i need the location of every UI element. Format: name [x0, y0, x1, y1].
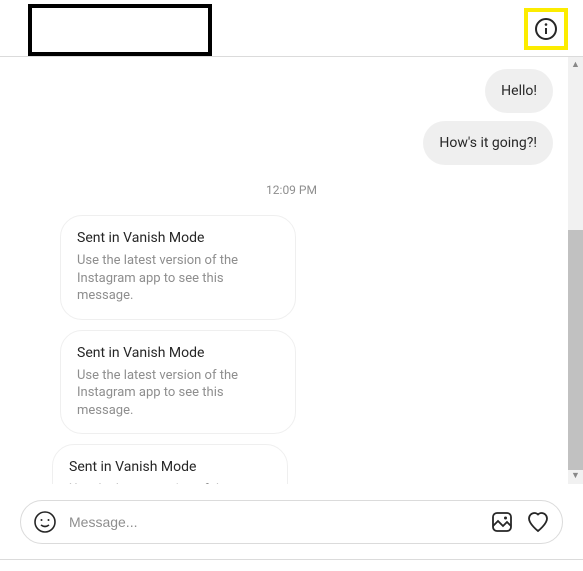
composer-area: [0, 484, 583, 560]
vanish-mode-title: Sent in Vanish Mode: [77, 345, 279, 361]
vanish-mode-title: Sent in Vanish Mode: [69, 459, 271, 475]
outgoing-message-row: Hello!: [20, 69, 563, 113]
outgoing-message-row: How's it going?!: [20, 121, 563, 165]
image-icon[interactable]: [490, 510, 514, 534]
vanish-mode-subtitle: Use the latest version of the Instagram …: [69, 481, 271, 484]
info-icon[interactable]: [534, 17, 558, 41]
footer-border: [0, 559, 583, 560]
incoming-message-bubble[interactable]: Sent in Vanish Mode Use the latest versi…: [52, 444, 288, 484]
outgoing-message-bubble[interactable]: Hello!: [485, 69, 553, 113]
heart-icon[interactable]: [526, 510, 550, 534]
message-input[interactable]: [69, 514, 478, 530]
incoming-message-bubble[interactable]: Sent in Vanish Mode Use the latest versi…: [60, 330, 296, 435]
message-composer: [20, 500, 563, 544]
timestamp-divider: 12:09 PM: [20, 183, 563, 197]
header-redacted-box: [28, 4, 212, 56]
outgoing-message-text: How's it going?!: [439, 135, 537, 151]
emoji-icon[interactable]: [33, 510, 57, 534]
incoming-message-row: Sent in Vanish Mode Use the latest versi…: [20, 330, 563, 435]
chat-messages-area: Hello! How's it going?! 12:09 PM Sent in…: [0, 57, 583, 484]
outgoing-message-bubble[interactable]: How's it going?!: [423, 121, 553, 165]
vanish-mode-title: Sent in Vanish Mode: [77, 230, 279, 246]
chat-header: [0, 0, 583, 57]
incoming-message-row: Sent in Vanish Mode Use the latest versi…: [20, 215, 563, 320]
vanish-mode-subtitle: Use the latest version of the Instagram …: [77, 252, 279, 305]
outgoing-message-text: Hello!: [501, 83, 537, 99]
incoming-message-row: Sent in Vanish Mode Use the latest versi…: [20, 444, 563, 484]
info-button-highlight: [524, 8, 568, 50]
vanish-mode-subtitle: Use the latest version of the Instagram …: [77, 367, 279, 420]
incoming-message-bubble[interactable]: Sent in Vanish Mode Use the latest versi…: [60, 215, 296, 320]
